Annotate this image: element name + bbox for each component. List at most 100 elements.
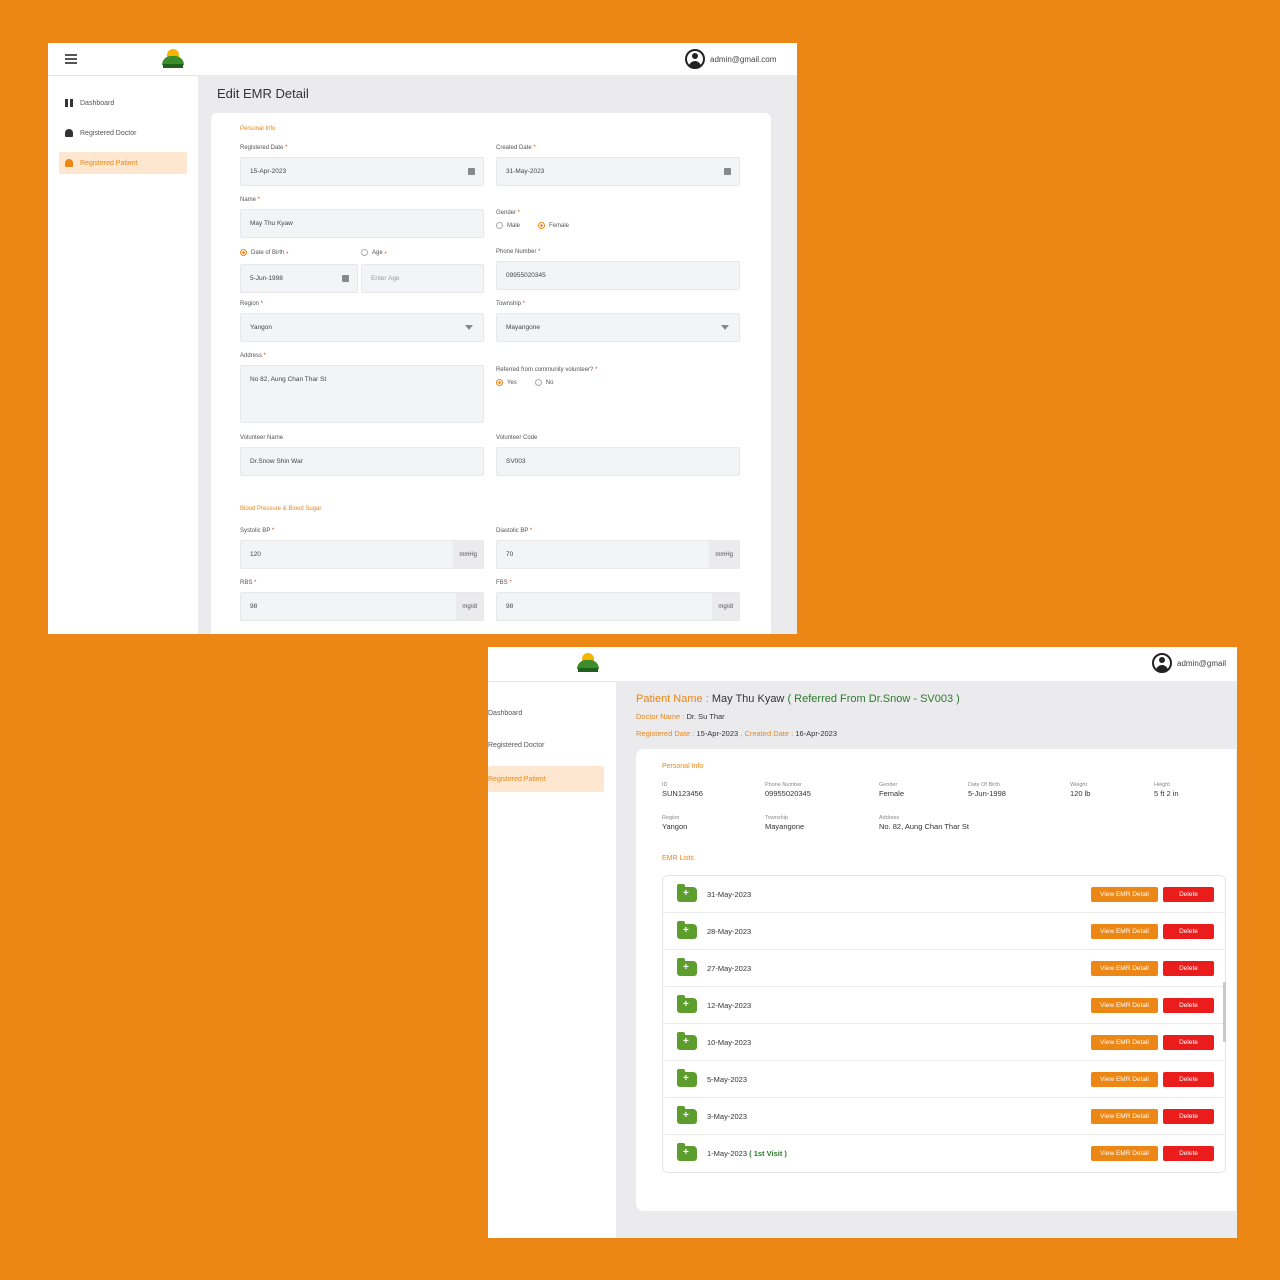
sidebar-item-label: Registered Doctor xyxy=(488,741,545,749)
sidebar-item-registered-patient[interactable]: Registered Patient xyxy=(59,152,187,174)
delete-button[interactable]: Delete xyxy=(1163,1108,1214,1124)
menu-icon[interactable] xyxy=(65,54,77,64)
referred-no-radio[interactable]: No xyxy=(534,379,554,386)
delete-button[interactable]: Delete xyxy=(1163,886,1214,902)
sidebar-item-label: Registered Patient xyxy=(488,775,546,783)
info-township: Township Mayangone xyxy=(765,815,804,831)
folder-icon xyxy=(677,1031,697,1050)
view-emr-detail-button[interactable]: View EMR Detail xyxy=(1091,960,1158,976)
field-value: 5-Jun-1998 xyxy=(250,275,283,282)
view-emr-detail-button[interactable]: View EMR Detail xyxy=(1091,1034,1158,1050)
first-visit-label: ( 1st Visit ) xyxy=(749,1149,787,1158)
emr-date: 12-May-2023 xyxy=(707,1000,752,1010)
sidebar-item-registered-doctor[interactable]: Registered Doctor xyxy=(59,122,187,144)
field-label: Referred from community volunteer? xyxy=(496,367,594,373)
address-field: Address * No 82, Aung Chan Thar St xyxy=(240,353,484,423)
emr-date: 27-May-2023 xyxy=(707,963,752,973)
emr-date: 5-May-2023 xyxy=(707,1074,748,1084)
radio-label: No xyxy=(545,379,554,386)
volunteer-name-input[interactable]: Dr.Snow Shin War xyxy=(240,447,484,476)
doctor-label: Doctor Name : xyxy=(636,712,685,721)
info-weight: Weight 120 lb xyxy=(1070,782,1090,798)
sidebar-item-dashboard[interactable]: Dashboard xyxy=(488,702,604,724)
view-emr-detail-button[interactable]: View EMR Detail xyxy=(1091,997,1158,1013)
user-avatar-icon xyxy=(1152,653,1172,673)
view-emr-detail-button[interactable]: View EMR Detail xyxy=(1091,1108,1158,1124)
field-label: FBS xyxy=(496,580,508,586)
field-value: 98 xyxy=(506,603,514,610)
section-emr-lists: EMR Lists xyxy=(662,855,694,862)
field-value: Yangon xyxy=(250,324,272,331)
delete-button[interactable]: Delete xyxy=(1163,1071,1214,1087)
view-emr-detail-button[interactable]: View EMR Detail xyxy=(1091,1146,1158,1161)
phone-input[interactable]: 09955020345 xyxy=(496,261,740,290)
user-menu[interactable]: admin@gmail xyxy=(1152,653,1226,673)
doctor-icon xyxy=(65,129,73,137)
delete-button[interactable]: Delete xyxy=(1163,1146,1214,1161)
name-input[interactable]: May Thu Kyaw xyxy=(240,209,484,238)
patient-detail-window: admin@gmail Dashboard Registered Doctor … xyxy=(488,647,1237,1238)
calendar-icon[interactable] xyxy=(342,265,349,292)
field-placeholder: Enter Age xyxy=(371,275,400,282)
dob-input[interactable]: 5-Jun-1998 xyxy=(240,264,358,293)
sidebar-item-registered-doctor[interactable]: Registered Doctor xyxy=(488,734,604,756)
fbs-input[interactable]: 98 mg/dl xyxy=(496,592,740,621)
delete-button[interactable]: Delete xyxy=(1163,923,1214,939)
delete-button[interactable]: Delete xyxy=(1163,1034,1214,1050)
field-label: RBS xyxy=(240,580,253,586)
calendar-icon[interactable] xyxy=(724,158,731,185)
user-avatar-icon xyxy=(685,49,705,69)
created-date-input[interactable]: 31-May-2023 xyxy=(496,157,740,186)
calendar-icon[interactable] xyxy=(468,158,475,185)
user-email: admin@gmail xyxy=(1177,658,1227,668)
emr-row: 5-May-2023 View EMR Detail Delete xyxy=(663,1061,1225,1098)
age-input[interactable]: Enter Age xyxy=(361,264,484,293)
folder-icon xyxy=(677,994,697,1013)
registered-value: 15-Apr-2023 xyxy=(696,729,739,738)
field-label: Phone Number xyxy=(496,249,537,255)
info-value: 5 ft 2 in xyxy=(1154,789,1179,798)
gender-female-radio[interactable]: Female xyxy=(538,222,569,229)
view-emr-detail-button[interactable]: View EMR Detail xyxy=(1091,1071,1158,1087)
field-label: Township xyxy=(496,301,522,307)
dob-radio[interactable]: Date of Birth xyxy=(240,249,284,256)
radio-label: Male xyxy=(507,222,521,229)
section-personal-info: Personal Info xyxy=(240,126,276,132)
field-label: Systolic BP xyxy=(240,528,271,534)
referred-field: Referred from community volunteer? * Yes… xyxy=(496,367,598,386)
field-label: Volunteer Name xyxy=(240,435,284,441)
gender-male-radio[interactable]: Male xyxy=(496,222,520,229)
user-menu[interactable]: admin@gmail.com xyxy=(685,49,776,69)
systolic-input[interactable]: 120 mmHg xyxy=(240,540,484,569)
scrollbar[interactable] xyxy=(1223,982,1226,1042)
info-value: No. 82, Aung Chan Thar St xyxy=(879,822,969,831)
township-select[interactable]: Mayangone xyxy=(496,313,740,342)
registered-label: Registered Date : xyxy=(636,729,695,738)
sidebar-item-dashboard[interactable]: Dashboard xyxy=(59,92,187,114)
view-emr-detail-button[interactable]: View EMR Detail xyxy=(1091,923,1158,939)
referred-text: ( Referred From Dr.Snow - SV003 ) xyxy=(787,693,960,705)
folder-icon xyxy=(677,957,697,976)
emr-list: 31-May-2023 View EMR Detail Delete 28-Ma… xyxy=(662,875,1226,1173)
volunteer-code-input[interactable]: SV003 xyxy=(496,447,740,476)
delete-button[interactable]: Delete xyxy=(1163,960,1214,976)
field-value: 15-Apr-2023 xyxy=(250,168,287,175)
referred-yes-radio[interactable]: Yes xyxy=(496,379,517,386)
top-bar: admin@gmail.com xyxy=(48,43,797,75)
sidebar-item-registered-patient[interactable]: Registered Patient xyxy=(488,766,604,792)
sidebar-item-label: Dashboard xyxy=(80,99,115,107)
view-emr-detail-button[interactable]: View EMR Detail xyxy=(1091,886,1158,902)
patient-name-heading: Patient Name : May Thu Kyaw ( Referred F… xyxy=(636,693,960,705)
emr-row: 28-May-2023 View EMR Detail Delete xyxy=(663,913,1225,950)
address-textarea[interactable]: No 82, Aung Chan Thar St xyxy=(240,365,484,423)
region-select[interactable]: Yangon xyxy=(240,313,484,342)
age-radio[interactable]: Age xyxy=(361,249,383,256)
field-value: Mayangone xyxy=(506,324,540,331)
delete-button[interactable]: Delete xyxy=(1163,997,1214,1013)
diastolic-input[interactable]: 70 mmHg xyxy=(496,540,740,569)
field-label: Age xyxy=(372,249,383,256)
township-field: Township * Mayangone xyxy=(496,301,740,342)
registered-date-input[interactable]: 15-Apr-2023 xyxy=(240,157,484,186)
rbs-input[interactable]: 98 mg/dl xyxy=(240,592,484,621)
chevron-down-icon xyxy=(465,314,473,341)
